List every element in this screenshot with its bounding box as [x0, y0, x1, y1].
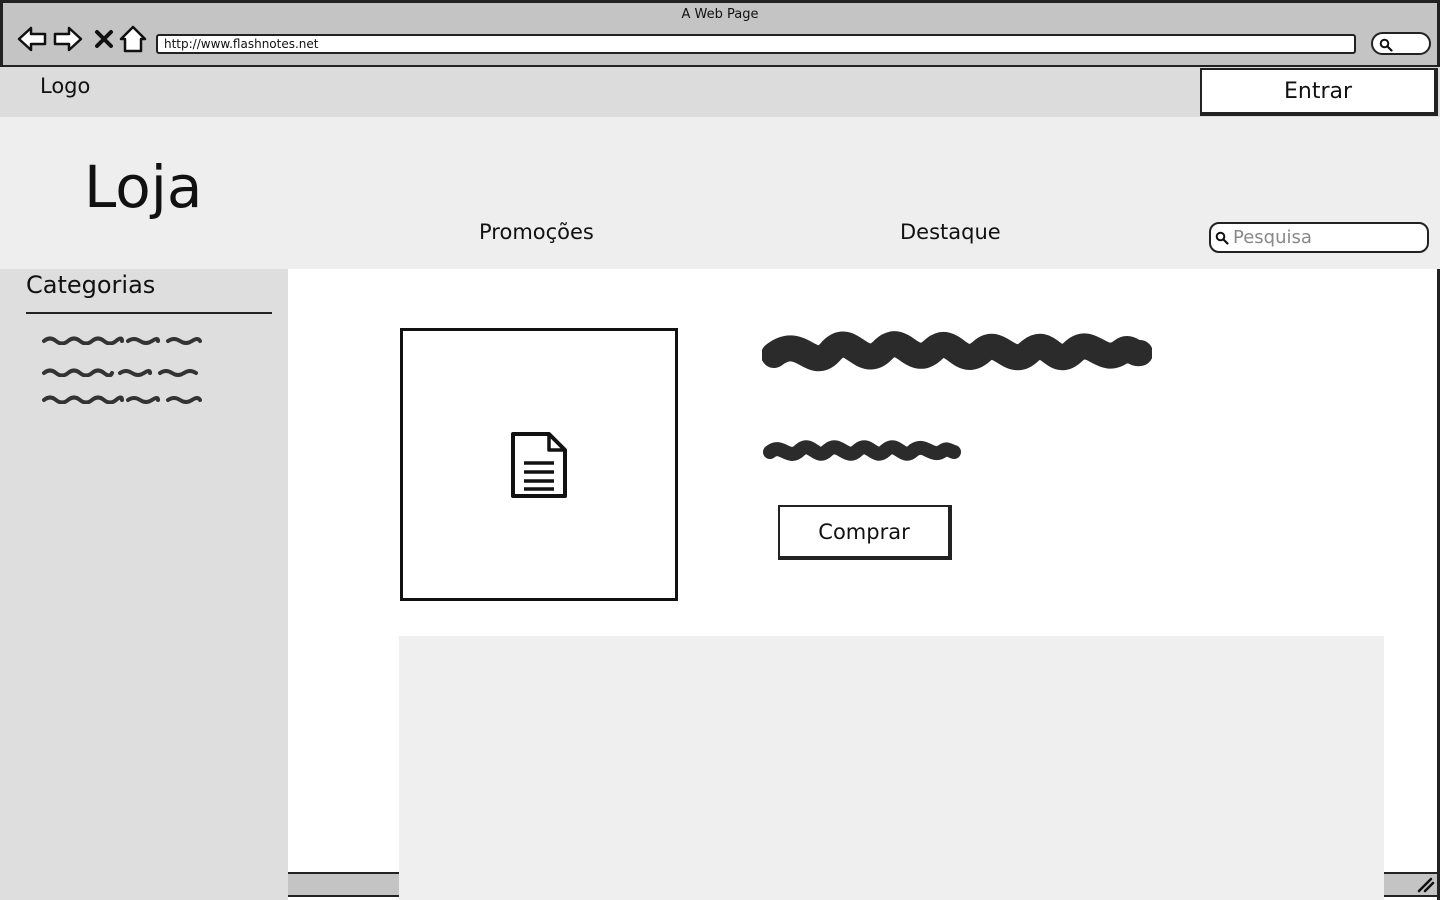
nav-link-destaque[interactable]: Destaque [900, 220, 1001, 244]
browser-search-field[interactable] [1371, 32, 1431, 55]
product-image-placeholder [400, 328, 678, 601]
product-name-scribble [761, 325, 1153, 389]
sidebar-divider [26, 312, 272, 314]
document-icon [511, 431, 567, 498]
browser-toolbar: A Web Page http://www.flashnotes.net [0, 0, 1440, 67]
store-title: Loja [84, 153, 203, 221]
logo[interactable]: Logo [40, 74, 90, 98]
product-price-scribble [762, 434, 962, 472]
search-input[interactable] [1233, 227, 1423, 248]
stop-icon[interactable] [88, 23, 120, 55]
product-main-area: Comprar [288, 269, 1440, 900]
back-arrow-icon[interactable] [16, 23, 48, 55]
category-item[interactable] [42, 335, 202, 345]
category-item[interactable] [42, 394, 202, 404]
top-header: Logo Entrar [0, 67, 1440, 117]
nav-link-promocoes[interactable]: Promoções [479, 220, 594, 244]
login-button[interactable]: Entrar [1200, 68, 1438, 116]
address-bar[interactable]: http://www.flashnotes.net [156, 34, 1356, 54]
buy-button[interactable]: Comprar [778, 505, 952, 560]
product-description-panel [399, 636, 1384, 900]
search-icon [1215, 231, 1229, 245]
search-icon [1379, 38, 1393, 52]
site-search-box[interactable] [1209, 222, 1429, 253]
sidebar-heading: Categorias [26, 271, 156, 299]
store-header: Loja Promoções Destaque [0, 117, 1440, 269]
category-sidebar: Categorias [0, 269, 288, 900]
resize-grip-icon[interactable] [1417, 877, 1435, 893]
forward-arrow-icon[interactable] [52, 23, 84, 55]
category-item[interactable] [42, 367, 202, 377]
window-title: A Web Page [681, 7, 759, 22]
home-icon[interactable] [117, 23, 149, 55]
